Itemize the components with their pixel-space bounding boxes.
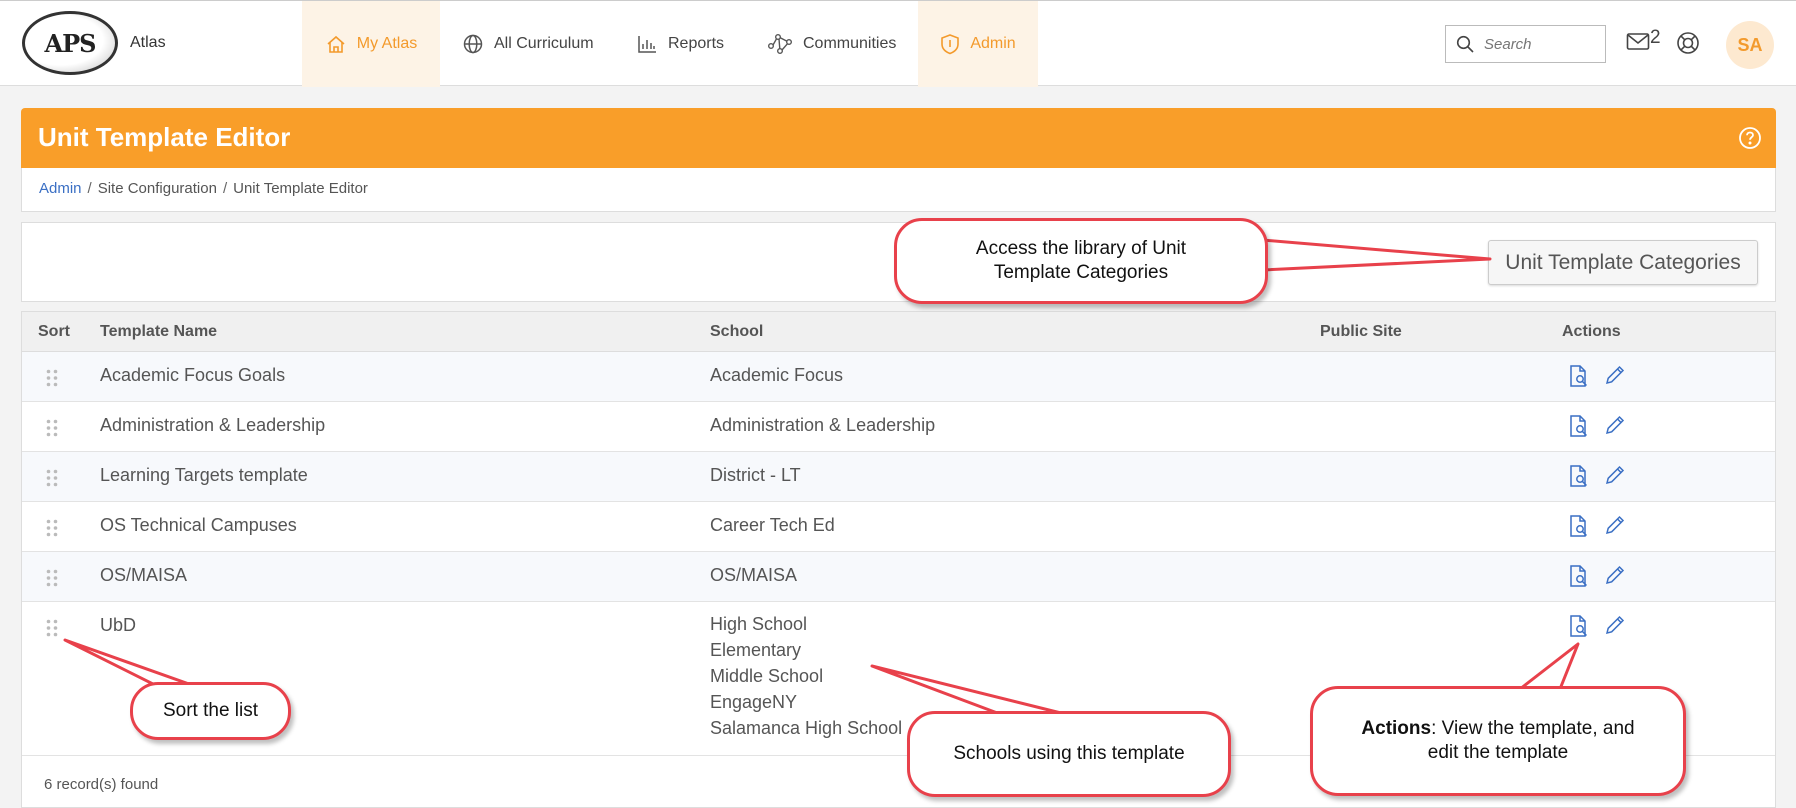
network-icon [768,34,793,54]
nav-label: My Atlas [356,35,418,52]
callout-text: Schools using this template [953,743,1185,764]
breadcrumb-current: Unit Template Editor [233,180,368,197]
edit-template-icon[interactable] [1604,514,1626,541]
nav-reports[interactable]: Reports [636,1,724,87]
nav-label: Admin [970,35,1016,52]
search-box[interactable] [1445,25,1606,63]
school-name: Career Tech Ed [710,515,835,535]
records-found: 6 record(s) found [44,776,159,793]
home-icon [327,35,345,53]
bar-chart-icon [638,36,656,53]
nav-label: All Curriculum [494,35,594,52]
help-button[interactable] [1738,126,1762,155]
edit-template-icon[interactable] [1604,614,1626,641]
search-input[interactable] [1482,34,1596,54]
lifebuoy-icon [1677,32,1699,54]
template-name: Learning Targets template [100,465,308,485]
help-circle-icon [1739,127,1761,149]
aps-logo[interactable]: APS [22,11,118,75]
view-template-icon[interactable] [1567,414,1591,443]
table-row: OS Technical Campuses Career Tech Ed [22,502,1775,552]
unit-template-categories-button[interactable]: Unit Template Categories [1488,240,1758,285]
callout-actions: Actions: View the template, and edit the … [1310,686,1686,796]
template-name: OS Technical Campuses [100,515,297,535]
message-count: 2 [1650,27,1661,48]
school-name: Administration & Leadership [710,415,936,435]
school-name: Salamanca High School [710,718,903,738]
page-header: Unit Template Editor [21,108,1776,168]
view-template-icon[interactable] [1567,614,1591,643]
drag-handle-icon[interactable] [46,619,58,642]
template-name: OS/MAISA [100,565,188,585]
nav-admin[interactable]: Admin [918,1,1038,87]
nav-all-curriculum[interactable]: All Curriculum [462,1,594,87]
header-sort: Sort [38,323,70,340]
view-template-icon[interactable] [1567,464,1591,493]
edit-template-icon[interactable] [1604,564,1626,591]
header-template-name: Template Name [100,323,218,340]
school-name: District - LT [710,465,801,485]
table-row: Administration & Leadership Administrati… [22,402,1775,452]
drag-handle-icon[interactable] [46,369,58,392]
callout-schools: Schools using this template [907,711,1231,797]
callout-sort: Sort the list [130,682,291,740]
edit-template-icon[interactable] [1604,364,1626,391]
table-row: Learning Targets template District - LT [22,452,1775,502]
app-name: Atlas [130,34,166,51]
template-name: Academic Focus Goals [100,365,286,385]
edit-template-icon[interactable] [1604,414,1626,441]
nav-label: Reports [668,35,725,52]
drag-handle-icon[interactable] [46,469,58,492]
table-row: Academic Focus Goals Academic Focus [22,352,1775,402]
header-actions: Actions [1562,323,1621,340]
callout-text: Sort the list [162,700,259,721]
school-name: OS/MAISA [710,565,798,585]
view-template-icon[interactable] [1567,514,1591,543]
shield-icon [941,34,960,55]
drag-handle-icon[interactable] [46,569,58,592]
school-name: Academic Focus [710,365,844,385]
nav-communities[interactable]: Communities [767,1,896,87]
messages-button[interactable]: 2 [1626,27,1661,51]
nav-my-atlas[interactable]: My Atlas [302,1,440,87]
view-template-icon[interactable] [1567,364,1591,393]
logo-text: APS [44,28,97,58]
top-navigation: APS Atlas My Atlas All Curriculum Report… [0,0,1796,87]
table-header: Sort Template Name School Public Site Ac… [22,312,1775,352]
edit-template-icon[interactable] [1604,464,1626,491]
breadcrumb: Admin / Site Configuration / Unit Template E… [21,168,1776,212]
template-name: UbD [100,615,137,635]
breadcrumb-site-configuration: Site Configuration [97,180,217,197]
callout-text: Template Categories [993,262,1169,283]
globe-icon [463,34,483,54]
callout-text: edit the template [1427,742,1569,763]
nav-label: Communities [803,35,897,52]
header-public-site: Public Site [1320,323,1402,340]
school-name: High School [710,614,808,634]
drag-handle-icon[interactable] [46,419,58,442]
support-button[interactable] [1676,31,1700,60]
header-school: School [710,323,764,340]
callout-text: Access the library of Unit [975,238,1187,259]
envelope-icon [1626,33,1650,50]
user-avatar[interactable]: SA [1726,21,1774,69]
drag-handle-icon[interactable] [46,519,58,542]
table-row: OS/MAISA OS/MAISA [22,552,1775,602]
page-title: Unit Template Editor [38,122,291,152]
view-template-icon[interactable] [1567,564,1591,593]
callout-categories: Access the library of Unit Template Categ… [894,218,1268,304]
school-name: Elementary [710,640,802,660]
breadcrumb-admin-link[interactable]: Admin [39,180,82,197]
callout-text: : View the template, and [1431,718,1635,739]
school-name: Middle School [710,666,824,686]
search-icon [1456,35,1474,53]
callout-bold: Actions [1361,718,1432,739]
school-name: EngageNY [710,692,798,712]
template-name: Administration & Leadership [100,415,326,435]
school-list: High School Elementary Middle School Eng… [710,611,902,741]
